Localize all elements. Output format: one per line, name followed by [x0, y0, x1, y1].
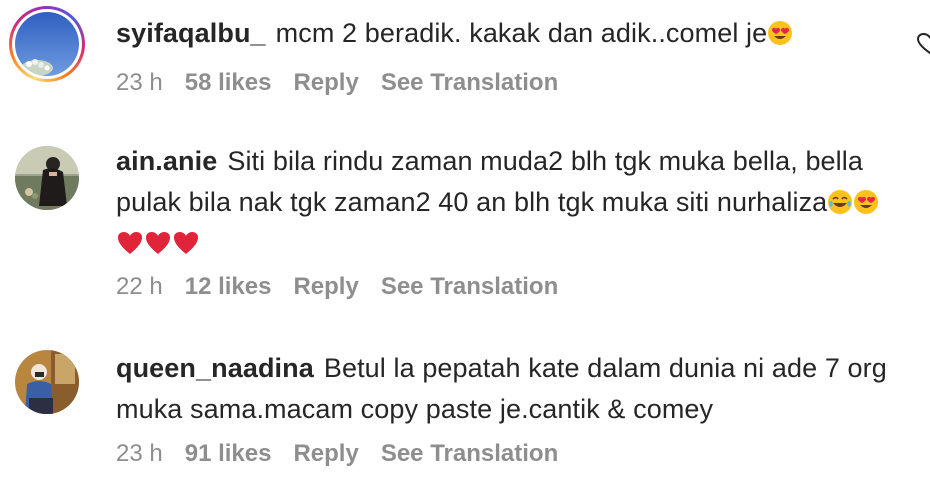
joy-icon [827, 189, 853, 215]
red-heart-icon [144, 230, 172, 256]
comment-likes[interactable]: 12 likes [185, 273, 272, 300]
comment-body: Siti bila rindu zaman muda2 blh tgk muka… [116, 146, 863, 217]
comment-item: syifaqalbu_ mcm 2 beradik. kakak dan adik… [0, 0, 930, 110]
avatar[interactable] [15, 146, 79, 210]
comment-time[interactable]: 23 h [116, 440, 163, 467]
comment-time[interactable]: 22 h [116, 273, 163, 300]
reply-button[interactable]: Reply [293, 440, 358, 467]
heart-eyes-icon [853, 189, 879, 215]
reply-button[interactable]: Reply [293, 273, 358, 300]
like-heart-icon[interactable] [916, 33, 930, 55]
comment-text: syifaqalbu_ mcm 2 beradik. kakak dan adik… [116, 13, 896, 54]
avatar[interactable] [15, 12, 79, 76]
comment-time[interactable]: 23 h [116, 69, 163, 96]
see-translation-button[interactable]: See Translation [381, 273, 558, 300]
comment-username[interactable]: ain.anie [116, 146, 217, 176]
comment-meta: 23 h 91 likes Reply See Translation [116, 440, 580, 468]
reply-button[interactable]: Reply [293, 69, 358, 96]
comment-body: mcm 2 beradik. kakak dan adik..comel je [275, 18, 768, 48]
comment-likes[interactable]: 91 likes [185, 440, 272, 467]
red-heart-icon [116, 230, 144, 256]
comment-username[interactable]: queen_naadina [116, 353, 314, 383]
avatar[interactable] [15, 350, 79, 414]
comment-meta: 22 h 12 likes Reply See Translation [116, 273, 580, 301]
heart-eyes-icon [767, 20, 793, 46]
comment-meta: 23 h 58 likes Reply See Translation [116, 69, 580, 97]
comment-username[interactable]: syifaqalbu_ [116, 18, 266, 48]
red-heart-icon [172, 230, 200, 256]
comment-text: ain.anie Siti bila rindu zaman muda2 blh … [116, 141, 896, 264]
comment-item: queen_naadina Betul la pepatah kate dalam… [0, 310, 930, 484]
see-translation-button[interactable]: See Translation [381, 69, 558, 96]
comment-text: queen_naadina Betul la pepatah kate dalam… [116, 348, 896, 430]
comment-item: ain.anie Siti bila rindu zaman muda2 blh … [0, 110, 930, 310]
comment-likes[interactable]: 58 likes [185, 69, 272, 96]
see-translation-button[interactable]: See Translation [381, 440, 558, 467]
